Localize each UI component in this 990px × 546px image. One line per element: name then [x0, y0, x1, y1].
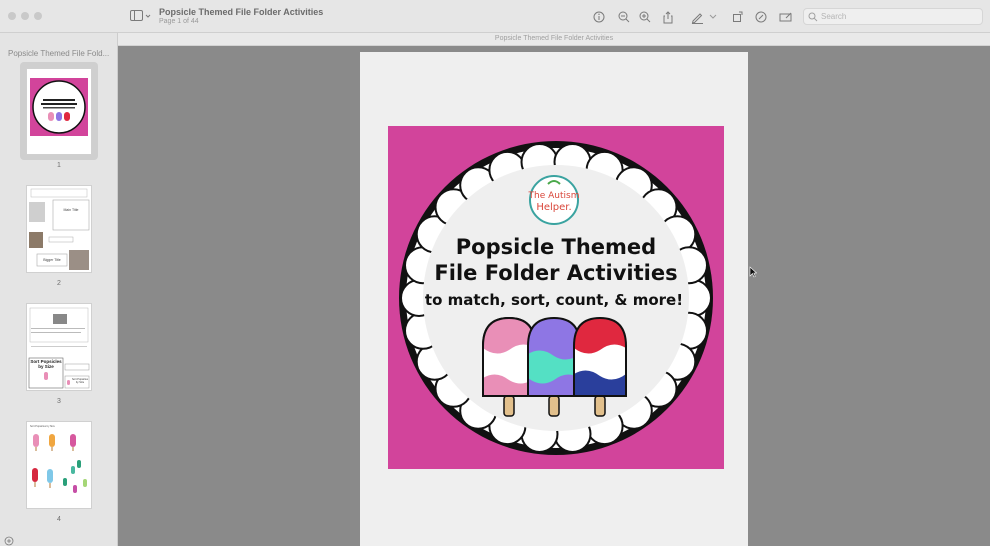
- thumbnail-sidebar: Popsicle Themed File Fold... 1 Main Titl…: [0, 33, 118, 546]
- thumb3-sort-label: Sort Popsicles by Size: [30, 359, 62, 369]
- thumb2-bigger-title: Bigger Title: [43, 258, 61, 262]
- annotate-icon: [755, 11, 767, 23]
- document-header: Popsicle Themed File Folder Activities: [118, 33, 990, 46]
- logo-line2: Helper.: [536, 202, 571, 213]
- zoom-out-icon: [618, 11, 630, 23]
- plus-circle-icon: [4, 536, 14, 546]
- chevron-down-icon: [709, 14, 717, 19]
- page-thumbnail-1[interactable]: [26, 68, 92, 155]
- minimize-window-button[interactable]: [21, 12, 29, 20]
- share-icon: [663, 10, 673, 23]
- mouse-cursor-icon: [749, 266, 757, 278]
- rotate-icon: [733, 11, 743, 22]
- cover-image: The Autism Helper. Popsicle Themed File …: [388, 126, 724, 469]
- page-count: Page 1 of 44: [159, 18, 199, 25]
- page-thumbnail-4[interactable]: Sort Popsicles by Size: [26, 421, 92, 509]
- zoom-in-button[interactable]: [637, 9, 653, 25]
- page-number-1: 1: [57, 162, 61, 169]
- add-page-button[interactable]: [4, 533, 14, 546]
- sidebar-toggle-button[interactable]: [130, 9, 152, 23]
- search-input[interactable]: [821, 12, 971, 21]
- cover-tagline: to match, sort, count, & more!: [425, 291, 683, 309]
- form-icon: [779, 12, 792, 22]
- markup-pen-button[interactable]: [689, 9, 705, 25]
- sidebar-icon: [130, 10, 151, 21]
- maximize-window-button[interactable]: [34, 12, 42, 20]
- zoom-out-button[interactable]: [616, 9, 632, 25]
- page-number-2: 2: [57, 280, 61, 287]
- markup-menu-button[interactable]: [708, 9, 718, 25]
- thumb4-heading: Sort Popsicles by Size: [30, 425, 55, 428]
- pen-icon: [691, 12, 703, 24]
- cover-artwork: The Autism Helper. Popsicle Themed File …: [399, 141, 713, 455]
- cover-title-line2: File Folder Activities: [434, 261, 677, 285]
- sidebar-title: Popsicle Themed File Fold...: [8, 49, 110, 58]
- thumb3-sort-label-small: Sort Popsicles by Size: [72, 378, 88, 384]
- info-icon: [593, 11, 605, 23]
- share-button[interactable]: [660, 9, 676, 25]
- info-button[interactable]: [591, 9, 607, 25]
- annotate-button[interactable]: [753, 9, 769, 25]
- close-window-button[interactable]: [8, 12, 16, 20]
- zoom-in-icon: [639, 11, 651, 23]
- document-title[interactable]: Popsicle Themed File Folder Activities: [159, 7, 323, 17]
- page-thumbnail-3[interactable]: Sort Popsicles by Size Sort Popsicles by…: [26, 303, 92, 391]
- rotate-button[interactable]: [730, 9, 746, 25]
- search-field[interactable]: [803, 8, 983, 25]
- page-number-4: 4: [57, 516, 61, 523]
- page-number-3: 3: [57, 398, 61, 405]
- page-thumbnail-2[interactable]: Main Title Bigger Title: [26, 185, 92, 273]
- toolbar: Popsicle Themed File Folder Activities P…: [0, 0, 990, 33]
- search-icon: [808, 12, 818, 21]
- form-fill-button[interactable]: [778, 9, 794, 25]
- thumb2-main-title: Main Title: [63, 208, 79, 212]
- cover-title-line1: Popsicle Themed: [456, 235, 656, 259]
- document-header-title: Popsicle Themed File Folder Activities: [494, 35, 614, 42]
- logo-line1: The Autism: [528, 191, 580, 201]
